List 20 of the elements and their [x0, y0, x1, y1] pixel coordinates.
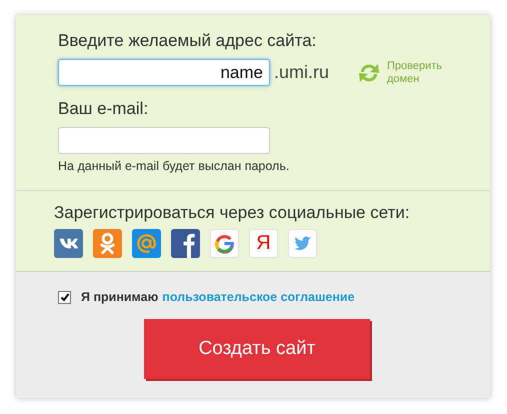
agreement-checkbox[interactable]: [58, 290, 71, 304]
agreement-label: Я принимаю: [81, 290, 158, 304]
email-field[interactable]: [58, 127, 270, 154]
ok-logo-icon[interactable]: [93, 229, 122, 258]
bird-icon[interactable]: [288, 229, 317, 258]
check-domain-link[interactable]: Проверить домен: [387, 60, 450, 86]
create-site-button[interactable]: Создать сайт: [144, 319, 370, 379]
yandex-logo-icon[interactable]: Я: [249, 229, 278, 258]
user-agreement-link[interactable]: пользовательское соглашение: [162, 290, 355, 304]
site-label: Введите желаемый адрес сайта:: [58, 31, 318, 51]
refresh-icon[interactable]: [357, 62, 382, 84]
domain-suffix: .umi.ru: [274, 62, 330, 83]
at-sign-icon[interactable]: [132, 229, 161, 258]
google-logo-icon[interactable]: [210, 229, 239, 258]
vk-logo-icon[interactable]: [54, 229, 83, 258]
facebook-logo-icon[interactable]: [171, 229, 200, 258]
email-label: Ваш e-mail:: [58, 99, 150, 119]
social-label: Зарегистрироваться через социальные сети:: [54, 203, 411, 223]
email-hint: На данный e-mail будет выслан пароль.: [58, 159, 290, 173]
site-address-field[interactable]: name: [58, 59, 270, 86]
